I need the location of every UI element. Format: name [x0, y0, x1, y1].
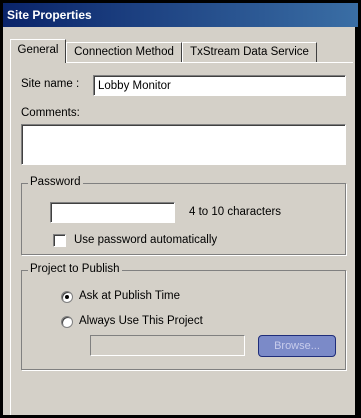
tab-general[interactable]: General: [10, 39, 66, 63]
project-path-field: [90, 335, 245, 356]
project-group: Project to Publish Ask at Publish Time A…: [21, 263, 346, 370]
project-group-title: Project to Publish: [28, 263, 122, 275]
site-name-input[interactable]: [93, 75, 346, 96]
general-tab-panel: Site name : Comments: Password 4 to 10 c…: [10, 62, 353, 415]
use-password-auto-label[interactable]: Use password automatically: [74, 234, 217, 246]
window-title: Site Properties: [3, 3, 358, 27]
browse-button[interactable]: Browse...: [258, 335, 336, 357]
use-password-auto-checkbox[interactable]: [53, 234, 66, 247]
site-properties-window: Site Properties General Connection Metho…: [0, 0, 361, 418]
password-input[interactable]: [50, 202, 175, 223]
password-group-title: Password: [28, 176, 83, 188]
password-group: Password 4 to 10 characters Use password…: [21, 176, 346, 255]
comments-textarea[interactable]: [21, 124, 346, 165]
ask-at-publish-label[interactable]: Ask at Publish Time: [79, 290, 180, 302]
password-hint: 4 to 10 characters: [189, 206, 282, 218]
site-name-label: Site name :: [21, 78, 80, 90]
radio-selected-dot: [65, 295, 69, 299]
always-use-project-radio[interactable]: [61, 316, 73, 328]
always-use-project-label[interactable]: Always Use This Project: [79, 315, 203, 327]
tab-txstream-data-service[interactable]: TxStream Data Service: [182, 42, 317, 62]
ask-at-publish-radio[interactable]: [61, 291, 73, 303]
comments-label: Comments:: [21, 107, 80, 119]
tab-connection-method[interactable]: Connection Method: [66, 42, 182, 62]
dialog-client-area: General Connection Method TxStream Data …: [3, 27, 356, 415]
